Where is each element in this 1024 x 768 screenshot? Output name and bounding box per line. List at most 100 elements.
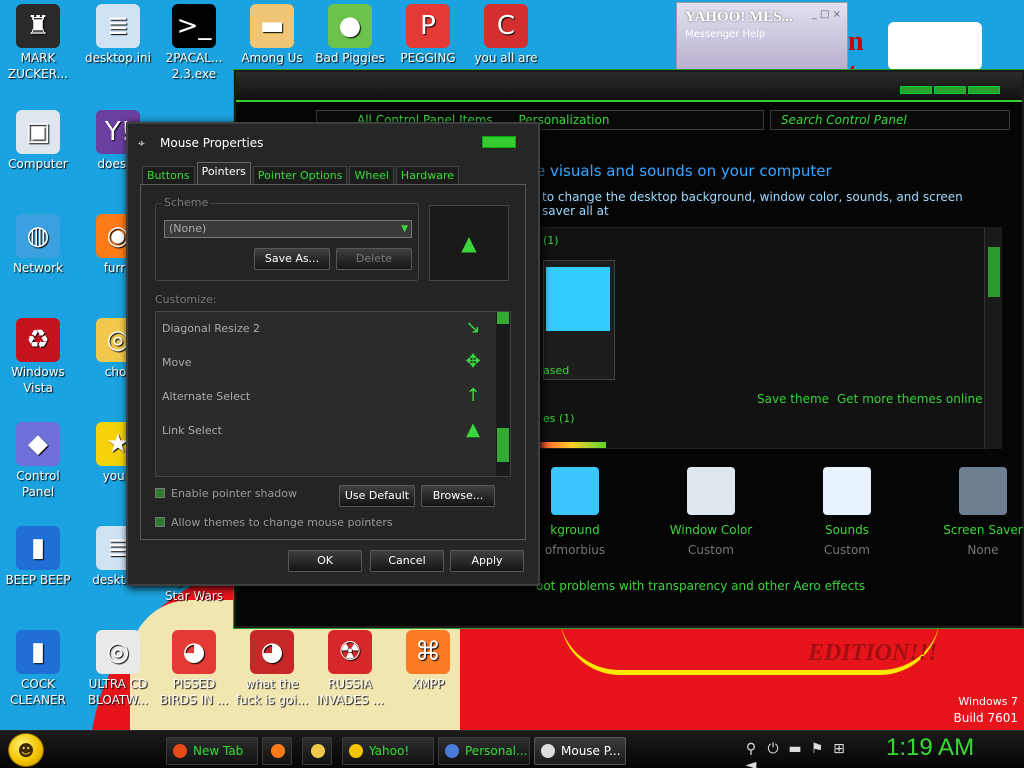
start-button[interactable]: ☻	[8, 733, 44, 767]
power-icon[interactable]: ⏻	[762, 741, 784, 757]
yahoo-window-controls[interactable]: _ □ ×	[812, 9, 841, 20]
checkbox-box[interactable]	[155, 488, 165, 498]
mouse-properties-dialog[interactable]: ⌖ Mouse Properties Buttons Pointers Point…	[126, 122, 540, 586]
desktop-icon-label: ULTRA CD BLOATW...	[87, 677, 149, 707]
yahoo-menu[interactable]: Messenger Help	[685, 29, 765, 40]
desktop-icon[interactable]: ◕ what the fuck is goi...	[234, 630, 310, 708]
desktop-icon[interactable]: ◎ ULTRA CD BLOATW...	[80, 630, 156, 708]
scheme-value: (None)	[169, 222, 207, 235]
desktop-icon[interactable]: ♻ Windows Vista	[0, 318, 76, 396]
personalization-item[interactable]: Screen Saver None	[928, 467, 1024, 557]
scheme-dropdown[interactable]: (None) ▼	[164, 220, 412, 238]
clock[interactable]: 1:19 AM	[886, 734, 974, 762]
desktop-icon[interactable]: ▬ Among Us	[234, 4, 310, 66]
color-gradient-bar	[536, 442, 606, 448]
taskbar-button[interactable]: Personal...	[438, 737, 530, 765]
desktop-icon[interactable]: P PEGGING	[390, 4, 466, 66]
folder-icon[interactable]: ▬	[784, 741, 806, 757]
theme-list[interactable]: (1) ased es (1) Save theme Get more them…	[536, 227, 1002, 449]
cursor-row[interactable]: Link Select	[162, 424, 222, 437]
checkbox-box[interactable]	[155, 517, 165, 527]
ok-button[interactable]: OK	[288, 550, 362, 572]
folder-icon: ▬	[250, 4, 294, 48]
theme-list-scrollbar[interactable]	[984, 227, 1002, 449]
tab-buttons[interactable]: Buttons	[142, 166, 195, 184]
desktop-icon-label: Bad Piggies	[315, 51, 385, 65]
use-default-button[interactable]: Use Default	[339, 485, 415, 507]
chrome-icon	[173, 744, 187, 758]
cursor-list[interactable]: Diagonal Resize 2 ↘ Move ✥ Alternate Select ↑…	[155, 311, 511, 477]
window-controls[interactable]	[898, 86, 1000, 96]
windows-version: Windows 7	[958, 695, 1018, 708]
blue-book-icon: ▮	[16, 630, 60, 674]
enable-shadow-checkbox[interactable]: Enable pointer shadow	[155, 487, 297, 500]
desktop-icon[interactable]: ▮ COCK CLEANER	[0, 630, 76, 708]
p-logo-icon: P	[406, 4, 450, 48]
desktop-icon[interactable]: ☢ RUSSIA INVADES ...	[312, 630, 388, 708]
allow-themes-label: Allow themes to change mouse pointers	[171, 516, 393, 529]
desktop-icon[interactable]: ♜ MARK ZUCKER...	[0, 4, 76, 82]
taskbar-button[interactable]: New Tab ...	[166, 737, 258, 765]
tab-hardware[interactable]: Hardware	[395, 166, 460, 184]
volume-icon[interactable]: ◄	[740, 757, 762, 768]
troubleshoot-link[interactable]: oot problems with transparency and other…	[536, 579, 865, 593]
browse-button[interactable]: Browse...	[421, 485, 495, 507]
background-window-fragment: n t	[848, 26, 864, 89]
desktop-icon[interactable]: ◍ Network	[0, 214, 76, 276]
tab-pointer-options[interactable]: Pointer Options	[252, 166, 348, 184]
move-cursor-icon: ✥	[465, 351, 481, 372]
get-more-themes-link[interactable]: Get more themes online	[837, 392, 983, 406]
desktop-icon-label: Control Panel	[16, 469, 60, 499]
flag-icon[interactable]: ⚑	[806, 741, 828, 757]
mouse-icon: ⌖	[138, 136, 145, 150]
taskbar-button[interactable]: Yahoo! M...	[342, 737, 434, 765]
item-subtitle: None	[967, 543, 999, 557]
item-title: Screen Saver	[943, 523, 1023, 537]
desktop-icon[interactable]: >_ 2PACAL... 2.3.exe	[156, 4, 232, 82]
cd-icon: ◎	[96, 630, 140, 674]
recycle-bin-icon: ♻	[16, 318, 60, 362]
desktop-icon[interactable]: ● Bad Piggies	[312, 4, 388, 66]
alternate-select-cursor-icon: ↑	[465, 385, 481, 406]
cursor-row[interactable]: Move	[162, 356, 192, 369]
desktop-icon[interactable]: ◆ Control Panel	[0, 422, 76, 500]
tab-wheel[interactable]: Wheel	[349, 166, 394, 184]
desktop-icon[interactable]: ≣ desktop.ini	[80, 4, 156, 66]
scheme-group: Scheme (None) ▼ Save As... Delete	[155, 196, 419, 281]
search-input[interactable]: Search Control Panel	[770, 110, 1010, 130]
cursor-row[interactable]: Alternate Select	[162, 390, 250, 403]
personalization-item[interactable]: Window Color Custom	[656, 467, 766, 557]
cancel-button[interactable]: Cancel	[370, 550, 444, 572]
desktop-icon[interactable]: ▣ Computer	[0, 110, 76, 172]
cursor-list-scrollbar[interactable]	[496, 312, 510, 476]
cursor-row[interactable]: Diagonal Resize 2	[162, 322, 260, 335]
delete-button[interactable]: Delete	[336, 248, 412, 270]
search-icon[interactable]: ⚲	[740, 741, 762, 757]
taskbar-button[interactable]	[302, 737, 332, 765]
taskbar-button-label: New Tab ...	[193, 744, 244, 758]
desktop-icon-label: COCK CLEANER	[10, 677, 66, 707]
yahoo-messenger-window[interactable]: YAHOO! MES... Messenger Help _ □ ×	[676, 2, 848, 70]
system-tray: ⚲ ⏻ ▬ ⚑ ⊞ ◄	[740, 741, 862, 768]
scheme-label: Scheme	[162, 196, 211, 209]
taskbar-button[interactable]	[262, 737, 292, 765]
desktop-icon-label: what the fuck is goi...	[235, 677, 309, 707]
close-button[interactable]	[482, 136, 516, 148]
theme-thumbnail[interactable]	[543, 260, 615, 380]
save-as-button[interactable]: Save As...	[254, 248, 330, 270]
desktop-icon[interactable]: ▮ BEEP BEEP	[0, 526, 76, 588]
desktop-icon-label: desktop.ini	[85, 51, 151, 65]
taskbar-button[interactable]: Mouse P...	[534, 737, 626, 765]
personalization-item[interactable]: Sounds Custom	[792, 467, 902, 557]
control-panel-icon	[445, 744, 459, 758]
desktop-icon[interactable]: Cyou all are	[468, 4, 544, 66]
desktop-icon[interactable]: ◕ PISSED BIRDS IN ...	[156, 630, 232, 708]
network-icon[interactable]: ⊞	[828, 741, 850, 757]
desktop-icon[interactable]: ⌘ XMPP	[390, 630, 466, 692]
save-theme-link[interactable]: Save theme	[757, 392, 829, 406]
personalization-items: kground ofmorbius Window Color Custom Sounds…	[536, 467, 1023, 577]
apply-button[interactable]: Apply	[450, 550, 524, 572]
tab-pointers[interactable]: Pointers	[196, 162, 251, 184]
pointers-panel: Scheme (None) ▼ Save As... Delete ▲ Custo…	[140, 184, 526, 540]
allow-themes-checkbox[interactable]: Allow themes to change mouse pointers	[155, 516, 393, 529]
